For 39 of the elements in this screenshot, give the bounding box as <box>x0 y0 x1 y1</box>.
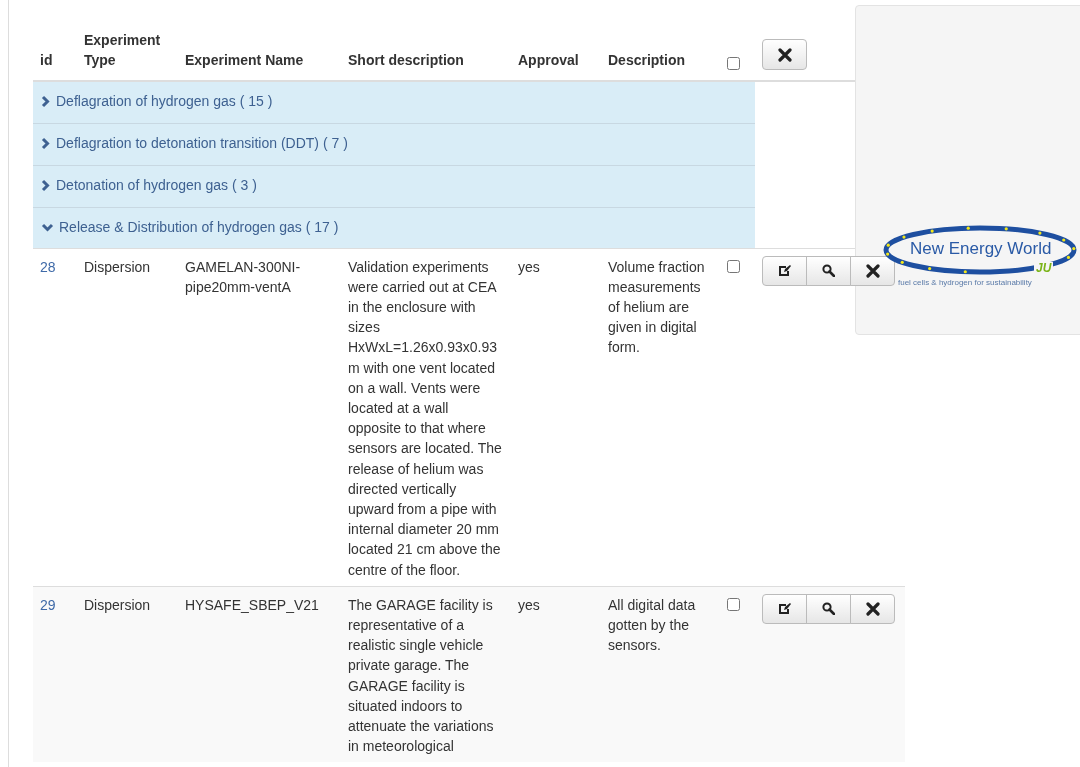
id-link[interactable]: 28 <box>40 258 56 275</box>
chevron-right-icon <box>41 179 51 192</box>
table-cell: Dispersion <box>77 586 178 763</box>
edit-button[interactable] <box>762 255 807 286</box>
chevron-right-icon <box>41 137 51 150</box>
delete-button[interactable] <box>762 39 807 70</box>
group-row[interactable]: Detonation of hydrogen gas ( 3 ) <box>33 165 755 208</box>
logo-title: New Energy World <box>910 239 1052 259</box>
logo-subtitle: JU <box>1034 262 1054 275</box>
close-icon <box>777 47 792 62</box>
search-icon <box>822 602 835 616</box>
row-checkbox[interactable] <box>727 597 740 611</box>
search-icon <box>822 264 835 277</box>
table-cell: HYSAFE_SBEP_V21 <box>178 586 341 763</box>
group-label: Deflagration of hydrogen gas ( 15 ) <box>56 92 273 111</box>
delete-button[interactable] <box>850 593 895 624</box>
group-label: Release & Distribution of hydrogen gas ( 17 ) <box>59 218 339 237</box>
logo-tagline: fuel cells & hydrogen for sustainability <box>898 278 1032 287</box>
group-label: Detonation of hydrogen gas ( 3 ) <box>56 176 257 195</box>
row-checkbox[interactable] <box>727 259 740 273</box>
chevron-right-icon <box>41 95 51 108</box>
view-button[interactable] <box>806 593 851 624</box>
table-cell: The GARAGE facility is representative of a realistic single vehicle private garage. The GARAGE facility is situated indoors to attenuate the variations in meteorological <box>341 586 511 763</box>
select-all-checkbox[interactable] <box>727 57 740 70</box>
group-label: Deflagration to detonation transition (DDT) ( 7 ) <box>56 134 348 153</box>
chevron-down-icon <box>41 222 54 233</box>
group-row[interactable]: Deflagration to detonation transition (DDT) ( 7 ) <box>33 123 755 166</box>
edit-button[interactable] <box>762 593 807 624</box>
edit-icon <box>778 602 791 616</box>
close-icon <box>865 601 880 616</box>
table-cell: All digital data gotten by the sensors. <box>601 586 720 763</box>
group-row[interactable]: Deflagration of hydrogen gas ( 15 ) <box>33 81 755 124</box>
delete-button[interactable] <box>850 255 895 286</box>
close-icon <box>865 263 880 278</box>
edit-icon <box>778 264 791 277</box>
view-button[interactable] <box>806 255 851 286</box>
group-row[interactable]: Release & Distribution of hydrogen gas ( 17 ) <box>33 207 755 248</box>
id-link[interactable]: 29 <box>40 596 56 613</box>
table-cell: yes <box>511 586 601 763</box>
